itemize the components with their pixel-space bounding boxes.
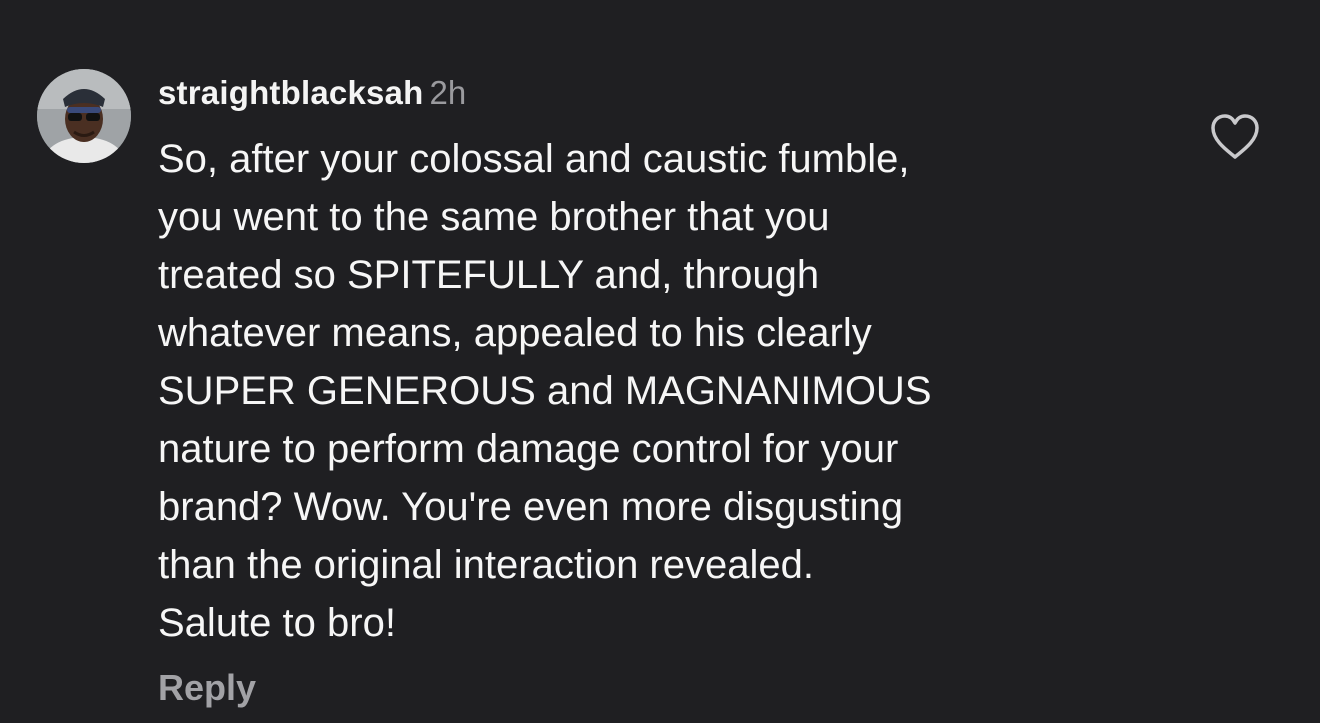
avatar-photo-icon bbox=[37, 69, 131, 163]
user-avatar[interactable] bbox=[37, 69, 131, 163]
comment-line: So, after your colossal and caustic fumb… bbox=[158, 137, 910, 181]
reply-button[interactable]: Reply bbox=[158, 664, 256, 712]
comment-header: straightblacksah 2h bbox=[158, 68, 466, 118]
comment-line: SUPER GENEROUS and MAGNANIMOUS bbox=[158, 369, 932, 413]
comment-line: you went to the same brother that you bbox=[158, 195, 830, 239]
comment-timestamp: 2h bbox=[429, 74, 467, 111]
comment-line: than the original interaction revealed. bbox=[158, 543, 814, 587]
comment-body: So, after your colossal and caustic fumb… bbox=[158, 130, 1158, 652]
comment-line: whatever means, appealed to his clearly bbox=[158, 311, 872, 355]
heart-outline-icon bbox=[1211, 114, 1259, 159]
username-link[interactable]: straightblacksah bbox=[158, 74, 423, 111]
comment-line: Salute to bro! bbox=[158, 601, 396, 645]
comment-item: straightblacksah 2h So, after your coloss… bbox=[0, 0, 1320, 723]
comment-line: nature to perform damage control for you… bbox=[158, 427, 899, 471]
comment-line: treated so SPITEFULLY and, through bbox=[158, 253, 820, 297]
comment-line: brand? Wow. You're even more disgusting bbox=[158, 485, 904, 529]
like-button[interactable] bbox=[1208, 112, 1262, 162]
